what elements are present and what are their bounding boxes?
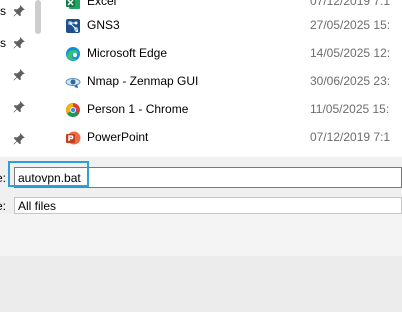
- file-date-modified: 14/05/2025 12:: [310, 46, 391, 60]
- file-name: Person 1 - Chrome: [87, 102, 189, 116]
- edge-icon: [66, 47, 80, 61]
- pin-icon: [13, 133, 25, 145]
- powerpoint-icon: [66, 131, 81, 145]
- excel-icon: [66, 0, 80, 9]
- nav-item-quick-access-2[interactable]: s: [0, 33, 28, 53]
- dialog-options-area: [0, 214, 402, 256]
- file-type-selected-value: All files: [18, 199, 57, 213]
- pin-icon: [13, 101, 25, 113]
- file-date-modified: 07/12/2019 7:1: [310, 130, 391, 144]
- pin-icon: [13, 69, 25, 81]
- file-row-microsoft-edge[interactable]: Microsoft Edge 14/05/2025 12:: [41, 40, 402, 68]
- file-name: Nmap - Zenmap GUI: [87, 74, 199, 88]
- zenmap-icon: [65, 78, 81, 88]
- nav-item-quick-access-5[interactable]: [0, 129, 28, 149]
- file-name: PowerPoint: [87, 130, 149, 144]
- file-type-dropdown[interactable]: All files: [14, 197, 402, 214]
- file-date-modified: 11/05/2025 15:: [310, 102, 390, 116]
- file-date-modified: 30/06/2025 23:: [310, 74, 391, 88]
- file-list-view: s s Excel 07/12/2019 7:1 GNS3 27/05/2025…: [0, 0, 402, 157]
- file-name-input[interactable]: [14, 167, 402, 188]
- chrome-icon: [66, 103, 80, 117]
- nav-item-label: s: [0, 36, 6, 50]
- pin-icon: [13, 37, 25, 49]
- file-name: GNS3: [87, 18, 120, 32]
- file-name: Microsoft Edge: [87, 46, 168, 60]
- file-row-chrome[interactable]: Person 1 - Chrome 11/05/2025 15:: [41, 96, 402, 124]
- nav-item-quick-access-1[interactable]: s: [0, 1, 28, 21]
- dialog-footer: [0, 256, 402, 312]
- file-row-zenmap[interactable]: Nmap - Zenmap GUI 30/06/2025 23:: [41, 68, 402, 96]
- pin-icon: [13, 5, 25, 17]
- file-date-modified: 27/05/2025 15:: [310, 18, 391, 32]
- nav-item-quick-access-4[interactable]: [0, 97, 28, 117]
- file-type-label: e:: [0, 199, 7, 213]
- file-date-modified: 07/12/2019 7:1: [310, 0, 391, 8]
- file-row-gns3[interactable]: GNS3 27/05/2025 15:: [41, 12, 402, 40]
- nav-item-quick-access-3[interactable]: [0, 65, 28, 85]
- file-name-label: e:: [0, 171, 7, 185]
- file-row-powerpoint[interactable]: PowerPoint 07/12/2019 7:1: [41, 124, 402, 152]
- gns3-icon: [66, 19, 80, 33]
- nav-item-label: s: [0, 4, 6, 18]
- file-name: Excel: [87, 0, 117, 8]
- navigation-pane: s s: [0, 0, 28, 157]
